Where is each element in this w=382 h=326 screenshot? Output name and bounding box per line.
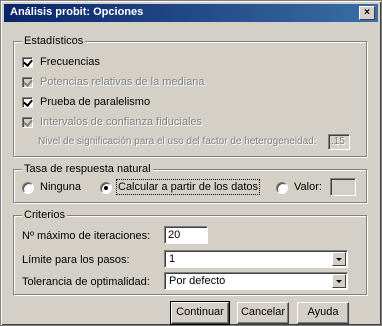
parallelism-checkbox[interactable] (22, 97, 33, 108)
max-iterations-input[interactable]: 20 (164, 226, 208, 244)
natural-response-group: Tasa de respuesta natural Ninguna Calcul… (13, 163, 367, 203)
median-potency-checkbox (22, 77, 33, 88)
chevron-down-icon[interactable] (332, 274, 346, 288)
step-limit-label: Límite para los pasos: (22, 254, 130, 266)
calculate-radio[interactable] (100, 182, 112, 194)
frequencies-label: Frecuencias (40, 56, 100, 68)
statistics-legend: Estadísticos (22, 35, 86, 47)
window-title: Análisis probit: Opciones (10, 6, 144, 18)
natural-response-legend: Tasa de respuesta natural (22, 163, 153, 175)
none-radio[interactable] (22, 182, 34, 194)
options-dialog: Análisis probit: Opciones × Estadísticos… (0, 0, 382, 326)
criteria-group: Criterios Nº máximo de iteraciones: 20 L… (13, 209, 367, 295)
help-button[interactable]: Ayuda (297, 302, 349, 324)
continue-button[interactable]: Continuar (170, 301, 230, 325)
median-potency-label: Potencias relativas de la mediana (40, 76, 205, 88)
optimality-tolerance-label: Tolerancia de optimalidad: (22, 276, 150, 288)
value-radio[interactable] (276, 182, 288, 194)
fiducial-checkbox (22, 117, 33, 128)
parallelism-label: Prueba de paralelismo (40, 96, 151, 108)
frequencies-checkbox[interactable] (22, 57, 33, 68)
none-label: Ninguna (40, 181, 81, 193)
step-limit-value: 1 (169, 253, 176, 265)
value-input (330, 178, 356, 196)
heterogeneity-input: .15 (328, 134, 350, 150)
statistics-group: Estadísticos Frecuencias Potencias relat… (13, 35, 367, 157)
heterogeneity-label: Nivel de significación para el uso del f… (38, 136, 317, 147)
max-iterations-label: Nº máximo de iteraciones: (22, 230, 151, 242)
cancel-button[interactable]: Cancelar (237, 302, 289, 324)
close-icon[interactable]: × (359, 6, 375, 20)
calculate-label: Calcular a partir de los datos (115, 179, 261, 195)
title-bar[interactable]: Análisis probit: Opciones × (4, 4, 378, 22)
fiducial-label: Intervalos de confianza fiduciales (40, 116, 203, 128)
chevron-down-icon[interactable] (332, 252, 346, 266)
optimality-tolerance-select[interactable]: Por defecto (164, 272, 348, 290)
criteria-legend: Criterios (22, 209, 67, 221)
optimality-tolerance-value: Por defecto (169, 275, 226, 287)
step-limit-select[interactable]: 1 (164, 250, 348, 268)
value-label: Valor: (294, 181, 322, 193)
